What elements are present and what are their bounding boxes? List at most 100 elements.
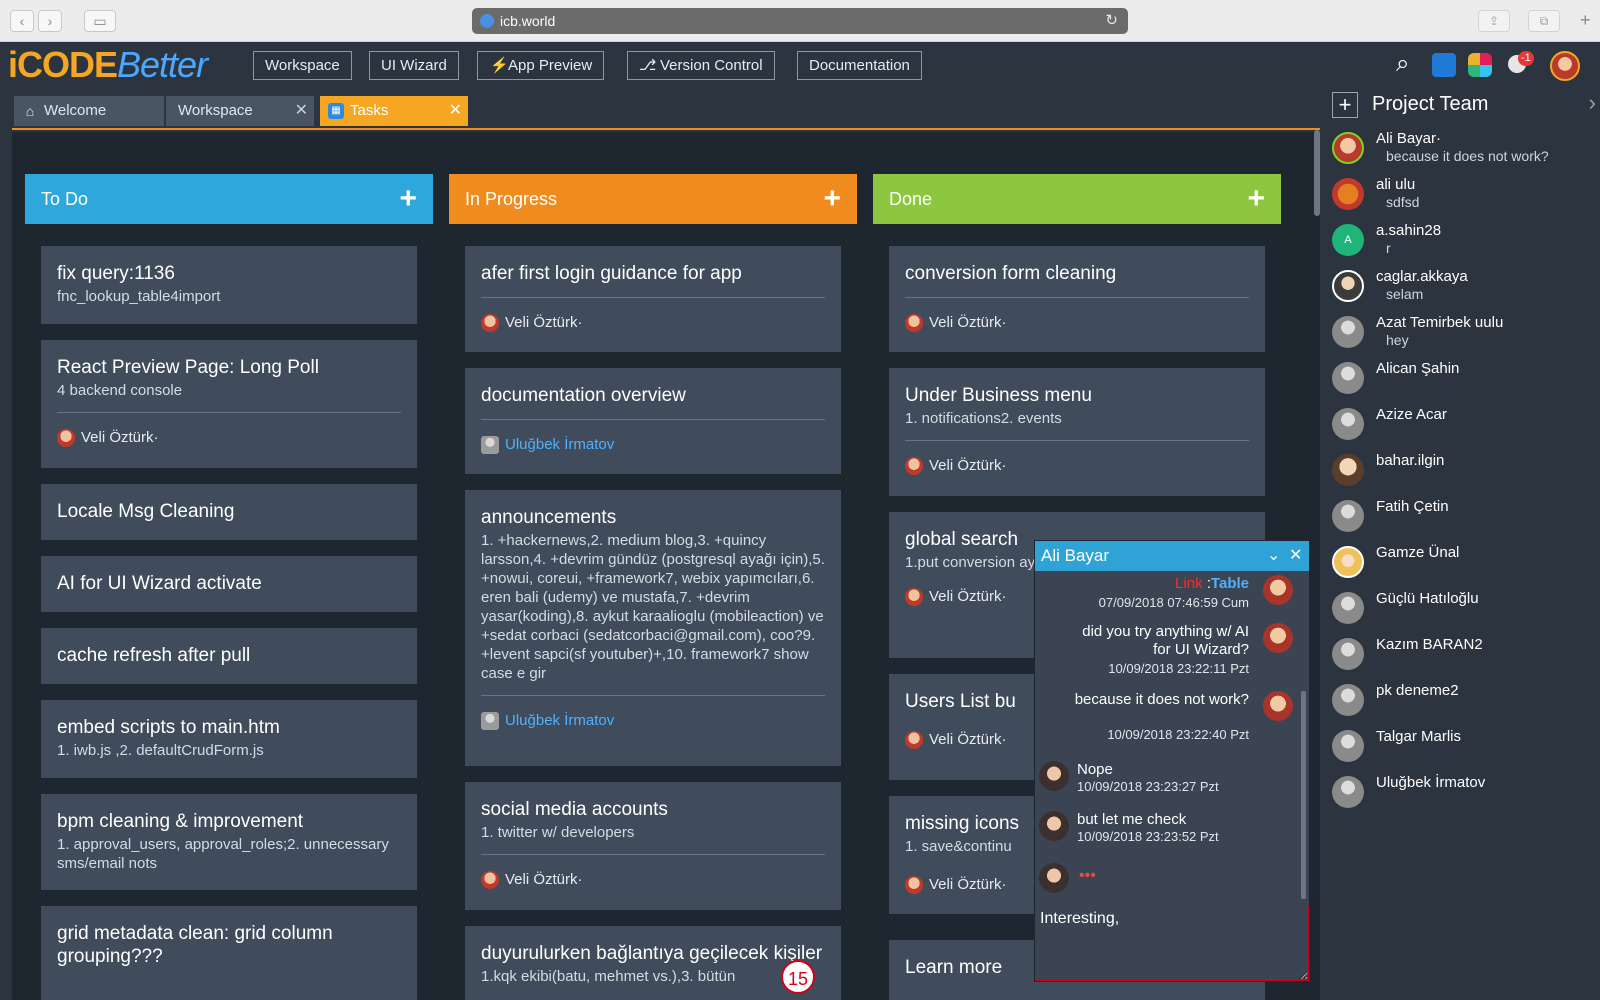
card-assignee[interactable]: Veli Öztürk· bbox=[481, 312, 825, 334]
nav-ui-wizard-button[interactable]: UI Wizard bbox=[369, 51, 459, 80]
avatar bbox=[1332, 776, 1364, 808]
divider bbox=[57, 412, 401, 413]
close-icon[interactable]: ✕ bbox=[295, 96, 308, 126]
board-scrollbar[interactable] bbox=[1314, 130, 1320, 216]
users-notification-icon[interactable]: -1 bbox=[1508, 51, 1536, 79]
avatar bbox=[1332, 546, 1364, 578]
sidebar-toggle-icon[interactable]: ▭ bbox=[84, 10, 116, 32]
add-card-icon[interactable]: + bbox=[1247, 174, 1265, 224]
divider bbox=[481, 419, 825, 420]
chat-message: because it does not work? 10/09/2018 23:… bbox=[1035, 691, 1305, 751]
team-member[interactable]: Uluğbek İrmatov bbox=[1332, 772, 1600, 816]
add-card-icon[interactable]: + bbox=[399, 174, 417, 224]
message-text: because it does not work? bbox=[1074, 691, 1249, 708]
chat-input[interactable] bbox=[1035, 905, 1309, 981]
team-member[interactable]: pk deneme2 bbox=[1332, 680, 1600, 724]
card-assignee[interactable]: Veli Öztürk· bbox=[905, 455, 1249, 477]
reload-icon[interactable]: ↻ bbox=[1105, 8, 1118, 34]
chat-scrollbar[interactable] bbox=[1301, 691, 1306, 899]
avatar bbox=[905, 731, 923, 749]
task-card[interactable]: announcements 1. +hackernews,2. medium b… bbox=[465, 490, 841, 766]
avatar bbox=[1332, 408, 1364, 440]
link-target[interactable]: Table bbox=[1211, 575, 1249, 592]
nav-app-preview-button[interactable]: ⚡ App Preview bbox=[477, 51, 605, 80]
task-card[interactable]: Under Business menu 1. notifications2. e… bbox=[889, 368, 1265, 496]
add-member-button[interactable]: + bbox=[1332, 92, 1358, 118]
task-card[interactable]: conversion form cleaning Veli Öztürk· bbox=[889, 246, 1265, 352]
message-text: Link :Table bbox=[1069, 575, 1249, 593]
link-label[interactable]: Link bbox=[1175, 575, 1203, 592]
divider bbox=[905, 440, 1249, 441]
card-assignee[interactable]: Uluğbek İrmatov bbox=[481, 434, 825, 456]
team-member[interactable]: A a.sahin28 r bbox=[1332, 220, 1600, 264]
card-assignee[interactable]: Veli Öztürk· bbox=[905, 312, 1249, 334]
card-title: conversion form cleaning bbox=[905, 263, 1117, 284]
task-card[interactable]: AI for UI Wizard activate bbox=[41, 556, 417, 612]
task-card[interactable]: documentation overview Uluğbek İrmatov bbox=[465, 368, 841, 474]
task-card[interactable]: bpm cleaning & improvement 1. approval_u… bbox=[41, 794, 417, 890]
nav-version-control-button[interactable]: ⎇ Version Control bbox=[627, 51, 775, 80]
member-name: Fatih Çetin bbox=[1376, 498, 1449, 515]
card-desc: 1. twitter w/ developers bbox=[481, 824, 635, 841]
back-icon[interactable]: ‹ bbox=[10, 10, 34, 32]
share-icon[interactable]: ⇪ bbox=[1478, 10, 1510, 32]
close-icon[interactable]: ✕ bbox=[449, 96, 462, 126]
task-card[interactable]: duyurulurken bağlantıya geçilecek kişile… bbox=[465, 926, 841, 1000]
member-name: Alican Şahin bbox=[1376, 360, 1460, 377]
avatar bbox=[1332, 638, 1364, 670]
tab-workspace[interactable]: Workspace ✕ bbox=[166, 96, 314, 126]
nav-workspace-button[interactable]: Workspace bbox=[253, 51, 352, 80]
forward-icon[interactable]: › bbox=[38, 10, 62, 32]
member-name: Uluğbek İrmatov bbox=[1376, 774, 1486, 791]
assignee-name: Uluğbek İrmatov bbox=[505, 712, 615, 729]
card-title: announcements bbox=[481, 507, 617, 528]
tabs-overview-icon[interactable]: ⧉ bbox=[1528, 10, 1560, 32]
card-title: React Preview Page: Long Poll bbox=[57, 357, 319, 378]
team-member[interactable]: caglar.akkaya selam bbox=[1332, 266, 1600, 310]
task-card[interactable]: Locale Msg Cleaning bbox=[41, 484, 417, 540]
task-card[interactable]: embed scripts to main.htm 1. iwb.js ,2. … bbox=[41, 700, 417, 778]
task-card[interactable]: social media accounts 1. twitter w/ deve… bbox=[465, 782, 841, 910]
card-assignee[interactable]: Uluğbek İrmatov bbox=[481, 710, 825, 732]
team-member[interactable]: Talgar Marlis bbox=[1332, 726, 1600, 770]
tab-tasks-label: Tasks bbox=[350, 102, 389, 119]
task-card[interactable]: fix query:1136 fnc_lookup_table4import bbox=[41, 246, 417, 324]
team-member[interactable]: Azize Acar bbox=[1332, 404, 1600, 448]
user-avatar[interactable] bbox=[1550, 51, 1580, 81]
new-tab-icon[interactable]: + bbox=[1580, 10, 1591, 31]
team-member[interactable]: Güçlü Hatıloğlu bbox=[1332, 588, 1600, 632]
avatar bbox=[1263, 575, 1293, 605]
team-member[interactable]: ali ulu sdfsd bbox=[1332, 174, 1600, 218]
task-card[interactable]: grid metadata clean: grid column groupin… bbox=[41, 906, 417, 1000]
add-card-icon[interactable]: + bbox=[823, 174, 841, 224]
team-member[interactable]: Gamze Ünal bbox=[1332, 542, 1600, 586]
trello-icon[interactable] bbox=[1432, 53, 1456, 77]
message-count-badge[interactable]: 15 bbox=[781, 960, 815, 994]
card-title: fix query:1136 bbox=[57, 263, 175, 284]
slack-icon[interactable] bbox=[1468, 53, 1492, 77]
chat-header: Ali Bayar ⌄ ✕ bbox=[1035, 541, 1309, 571]
task-card[interactable]: afer first login guidance for app Veli Ö… bbox=[465, 246, 841, 352]
task-card[interactable]: React Preview Page: Long Poll 4 backend … bbox=[41, 340, 417, 468]
task-card[interactable]: cache refresh after pull bbox=[41, 628, 417, 684]
minimize-icon[interactable]: ⌄ bbox=[1267, 541, 1280, 571]
team-member[interactable]: Kazım BARAN2 bbox=[1332, 634, 1600, 678]
avatar: A bbox=[1332, 224, 1364, 256]
team-member[interactable]: Fatih Çetin bbox=[1332, 496, 1600, 540]
logo[interactable]: iCODEBetter bbox=[8, 44, 208, 86]
team-member[interactable]: bahar.ilgin bbox=[1332, 450, 1600, 494]
card-assignee[interactable]: Veli Öztürk· bbox=[57, 427, 401, 449]
chevron-right-icon[interactable]: › bbox=[1589, 90, 1596, 116]
card-assignee[interactable]: Veli Öztürk· bbox=[481, 869, 825, 891]
tab-tasks[interactable]: ▦ Tasks ✕ bbox=[320, 96, 468, 126]
tab-welcome[interactable]: ⌂ Welcome bbox=[14, 96, 164, 126]
close-icon[interactable]: ✕ bbox=[1289, 541, 1302, 571]
team-header: + Project Team › bbox=[1324, 88, 1600, 120]
team-member[interactable]: Alican Şahin bbox=[1332, 358, 1600, 402]
assignee-name: Veli Öztürk· bbox=[929, 876, 1007, 893]
nav-documentation-button[interactable]: Documentation bbox=[797, 51, 922, 80]
address-bar[interactable]: icb.world ↻ bbox=[472, 8, 1128, 34]
search-icon[interactable]: ⌕ bbox=[1396, 51, 1424, 79]
team-member[interactable]: Ali Bayar· because it does not work? bbox=[1332, 128, 1600, 172]
team-member[interactable]: Azat Temirbek uulu hey bbox=[1332, 312, 1600, 356]
